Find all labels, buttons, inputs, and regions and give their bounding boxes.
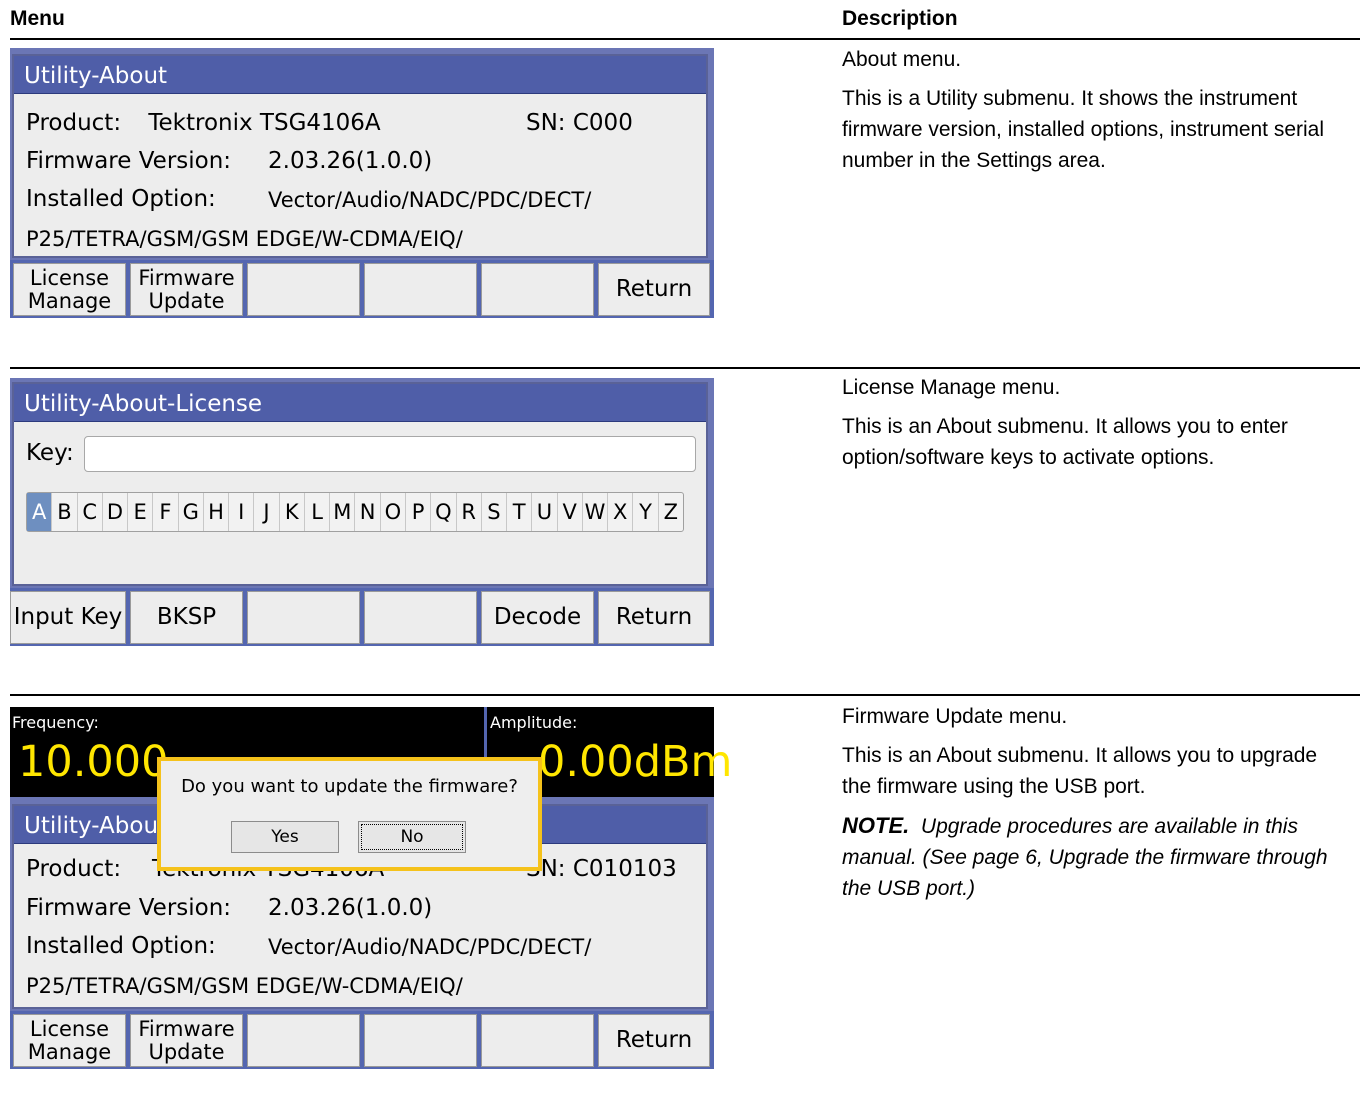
description-title: Firmware Update menu. [842,705,1068,728]
frequency-value: 10.000 [18,737,169,787]
license-manage-button[interactable]: License Manage [13,263,126,316]
letter-key-e[interactable]: E [128,493,154,531]
product-label: Product: [26,856,122,882]
softkey-bar: License Manage Firmware Update Return [10,260,714,318]
firmware-value: 2.03.26(1.0.0) [268,895,433,921]
decode-button[interactable]: Decode [481,591,594,644]
license-manage-button[interactable]: License Manage [13,1014,126,1067]
firmware-value: 2.03.26(1.0.0) [268,148,433,174]
letter-key-o[interactable]: O [381,493,406,531]
bksp-button[interactable]: BKSP [130,591,243,644]
letter-key-f[interactable]: F [153,493,179,531]
firmware-update-button[interactable]: Firmware Update [130,263,243,316]
product-value: Tektronix TSG4106A [148,110,381,136]
letter-key-v[interactable]: V [558,493,583,531]
return-button[interactable]: Return [598,263,710,316]
letter-key-b[interactable]: B [52,493,78,531]
letter-key-z[interactable]: Z [659,493,683,531]
softkey-4-button[interactable] [364,263,477,316]
option-value-line1: Vector/Audio/NADC/PDC/DECT/ [268,188,592,212]
return-button[interactable]: Return [598,1014,710,1067]
letter-key-s[interactable]: S [482,493,508,531]
letter-key-l[interactable]: L [305,493,331,531]
softkey-3-button[interactable] [247,263,360,316]
softkey-bar: Input Key BKSP Decode Return [10,588,714,646]
screen-title: Utility-About [14,56,706,94]
letter-picker[interactable]: ABCDEFGHIJKLMNOPQRSTUVWXYZ [26,492,684,532]
about-screen: Utility-About Product: Tektronix TSG4106… [10,48,714,318]
option-label: Installed Option: [26,186,216,212]
letter-key-k[interactable]: K [280,493,305,531]
license-panel: Utility-About-License Key: ABCDEFGHIJKLM… [12,382,708,586]
row-divider [10,367,1360,369]
softkey-5-button[interactable] [481,1014,594,1067]
amplitude-value: 0.00dBm [538,737,733,787]
firmware-update-screen: Frequency: 10.000 Amplitude: 0.00dBm Uti… [10,707,732,1069]
softkey-bar: License Manage Firmware Update Return [10,1011,714,1069]
about-panel: Utility-About Product: Tektronix TSG4106… [12,54,708,258]
yes-button[interactable]: Yes [231,821,339,853]
letter-key-a[interactable]: A [27,493,53,531]
letter-key-d[interactable]: D [103,493,129,531]
license-screen: Utility-About-License Key: ABCDEFGHIJKLM… [10,378,714,646]
description-body: This is an About submenu. It allows you … [842,415,1288,469]
letter-key-u[interactable]: U [532,493,558,531]
letter-key-h[interactable]: H [204,493,230,531]
no-button[interactable]: No [358,821,466,853]
input-key-button[interactable]: Input Key [10,591,126,644]
softkey-4-button[interactable] [364,591,477,644]
letter-key-x[interactable]: X [608,493,634,531]
softkey-3-button[interactable] [247,1014,360,1067]
amplitude-label: Amplitude: [490,713,578,732]
license-description: License Manage menu. This is an About su… [842,372,1342,481]
firmware-label: Firmware Version: [26,148,232,174]
option-value-line2: P25/TETRA/GSM/GSM EDGE/W-CDMA/EIQ/ [26,227,463,251]
note-label: NOTE. [842,813,910,838]
option-value-line2: P25/TETRA/GSM/GSM EDGE/W-CDMA/EIQ/ [26,974,463,998]
note-body: Upgrade procedures are available in this… [842,815,1328,900]
key-input[interactable] [84,436,696,472]
description-title: License Manage menu. [842,376,1061,399]
description-body: This is an About submenu. It allows you … [842,744,1318,798]
letter-key-p[interactable]: P [406,493,432,531]
letter-key-n[interactable]: N [355,493,381,531]
option-label: Installed Option: [26,933,216,959]
firmware-label: Firmware Version: [26,895,232,921]
key-label: Key: [26,440,74,466]
softkey-3-button[interactable] [247,591,360,644]
letter-key-t[interactable]: T [507,493,533,531]
firmware-update-description: Firmware Update menu. This is an About s… [842,701,1342,912]
serial-number: SN: C010103 [526,856,677,882]
description-title: About menu. [842,48,962,71]
letter-key-w[interactable]: W [583,493,609,531]
option-value-line1: Vector/Audio/NADC/PDC/DECT/ [268,935,592,959]
return-button[interactable]: Return [598,591,710,644]
letter-key-r[interactable]: R [457,493,482,531]
letter-key-j[interactable]: J [254,493,280,531]
about-description: About menu. This is a Utility submenu. I… [842,44,1342,184]
dialog-question: Do you want to update the firmware? [181,776,518,797]
update-confirm-dialog: Do you want to update the firmware? Yes … [157,757,542,871]
letter-key-c[interactable]: C [78,493,103,531]
letter-key-m[interactable]: M [330,493,356,531]
letter-key-g[interactable]: G [179,493,204,531]
description-column-header: Description [842,7,958,30]
product-label: Product: [26,110,122,136]
product-row: Product: Tektronix TSG4106A [26,110,381,136]
screen-title: Utility-About-License [14,384,706,422]
letter-key-q[interactable]: Q [431,493,457,531]
softkey-5-button[interactable] [481,263,594,316]
description-body: This is a Utility submenu. It shows the … [842,87,1325,172]
firmware-update-button[interactable]: Firmware Update [130,1014,243,1067]
note: NOTE. Upgrade procedures are available i… [842,810,1342,904]
letter-key-i[interactable]: I [229,493,255,531]
softkey-4-button[interactable] [364,1014,477,1067]
header-rule [10,38,1360,40]
frequency-label: Frequency: [12,713,99,732]
row-divider [10,694,1360,696]
menu-column-header: Menu [10,7,65,30]
serial-number: SN: C000 [526,110,633,136]
letter-key-y[interactable]: Y [633,493,659,531]
